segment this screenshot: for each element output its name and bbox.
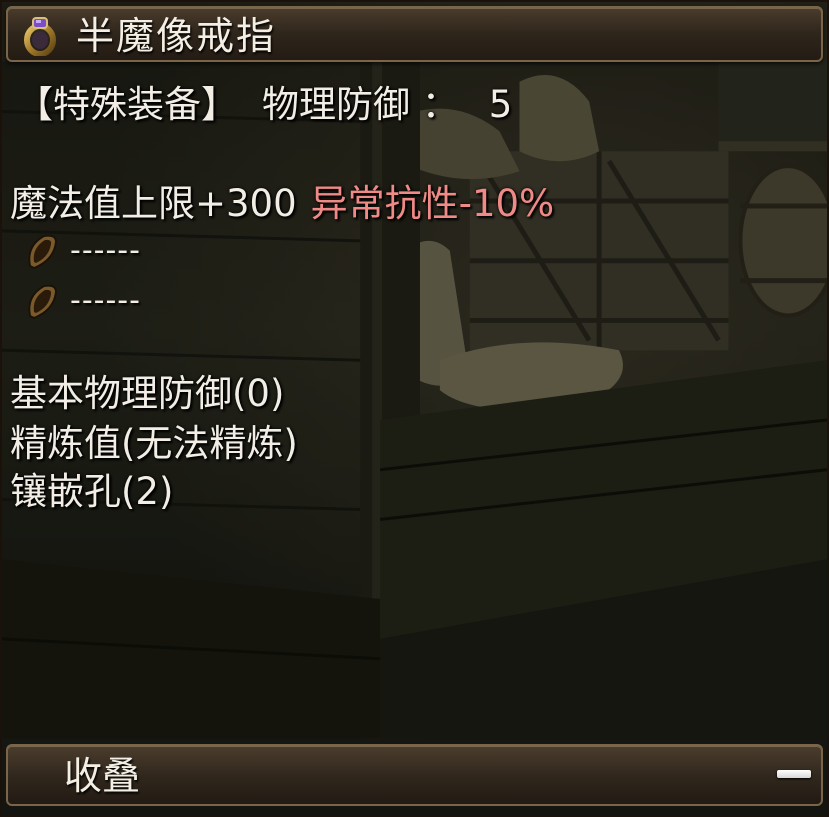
collapse-label: 收叠 (64, 754, 141, 798)
socket-slot-1: ------ (24, 230, 141, 270)
socket-empty-value: ------ (70, 232, 141, 268)
socket-slot-2: ------ (24, 280, 141, 320)
item-name: 半魔像戒指 (76, 14, 277, 58)
attribute-line: 魔法值上限+300 异常抗性-10% (10, 182, 554, 226)
socket-holes-line: 镶嵌孔(2) (10, 470, 174, 513)
ring-icon (24, 17, 56, 56)
item-type-line: 【特殊装备】 物理防御 ： 5 (16, 83, 512, 127)
title-bar: 半魔像戒指 (6, 6, 823, 62)
mana-cap-bonus: 魔法值上限+300 (10, 182, 297, 225)
collapse-button[interactable]: 收叠 (6, 744, 823, 806)
minus-icon[interactable] (777, 770, 811, 778)
defense-separator: ： (421, 83, 459, 126)
gem-socket-icon (28, 284, 58, 319)
socket-empty-value: ------ (70, 282, 141, 318)
physical-defense-label: 物理防御 (262, 83, 410, 126)
gem-socket-icon (28, 234, 58, 269)
status-resistance-penalty: 异常抗性-10% (310, 182, 555, 225)
physical-defense-value: 5 (488, 83, 513, 126)
item-category: 【特殊装备】 (16, 83, 238, 126)
refine-line: 精炼值(无法精炼) (10, 422, 298, 465)
base-defense-line: 基本物理防御(0) (10, 372, 285, 415)
item-tooltip: 半魔像戒指 【特殊装备】 物理防御 ： 5 魔法值上限+300 异常抗性-10% --… (0, 0, 829, 817)
